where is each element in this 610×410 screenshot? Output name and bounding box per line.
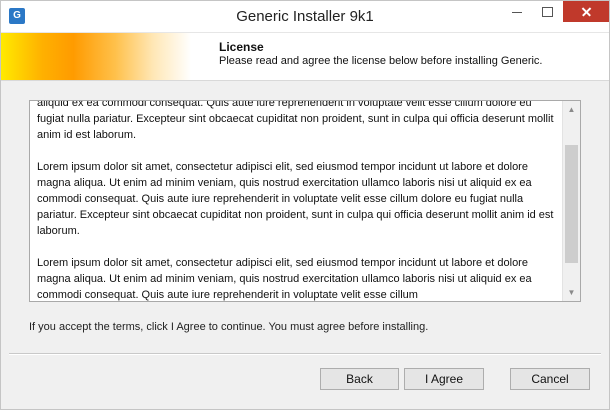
license-text: aliquid ex ea commodi consequat. Quis au…: [37, 100, 560, 301]
footer-divider: [9, 353, 601, 355]
license-textbox[interactable]: aliquid ex ea commodi consequat. Quis au…: [29, 100, 581, 302]
page-title: License: [219, 40, 264, 54]
banner-gradient: [1, 33, 191, 80]
close-button[interactable]: [563, 1, 609, 22]
license-paragraph: aliquid ex ea commodi consequat. Quis au…: [37, 100, 554, 141]
agreement-instruction: If you accept the terms, click I Agree t…: [29, 321, 429, 333]
scroll-up-arrow-icon[interactable]: ▲: [563, 101, 580, 118]
cancel-button[interactable]: Cancel: [510, 368, 590, 390]
installer-window: G Generic Installer 9k1 License Please r…: [0, 0, 610, 410]
title-bar[interactable]: G Generic Installer 9k1: [1, 1, 609, 33]
page-subtitle: Please read and agree the license below …: [219, 55, 543, 67]
scroll-down-arrow-icon[interactable]: ▼: [563, 284, 580, 301]
license-paragraph: Lorem ipsum dolor sit amet, consectetur …: [37, 161, 554, 237]
maximize-button[interactable]: [532, 1, 562, 22]
license-paragraph: Lorem ipsum dolor sit amet, consectetur …: [37, 257, 532, 301]
agree-button[interactable]: I Agree: [404, 368, 484, 390]
page-header: License Please read and agree the licens…: [1, 33, 609, 81]
back-button[interactable]: Back: [320, 368, 399, 390]
vertical-scrollbar[interactable]: ▲ ▼: [562, 101, 580, 301]
scroll-thumb[interactable]: [565, 145, 578, 263]
minimize-button[interactable]: [502, 1, 532, 22]
